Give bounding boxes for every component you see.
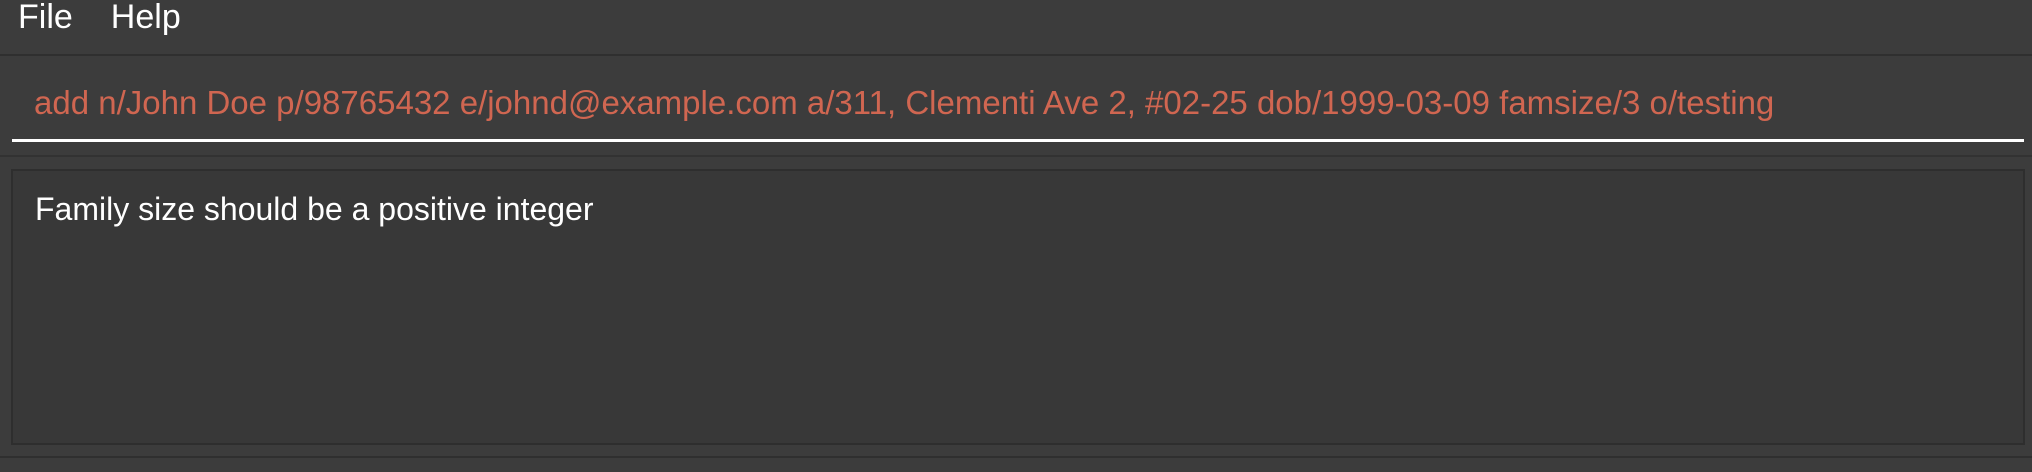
app-window: File Help Family size should be a positi…: [0, 0, 2032, 472]
menu-file[interactable]: File: [0, 0, 92, 34]
menu-help[interactable]: Help: [92, 0, 200, 34]
command-box: [12, 66, 2024, 142]
result-message: Family size should be a positive integer: [35, 191, 594, 227]
bottom-strip: [0, 456, 2032, 472]
command-input[interactable]: [12, 66, 2024, 139]
menu-bar: File Help: [0, 0, 2032, 56]
divider: [0, 155, 2032, 157]
result-display: Family size should be a positive integer: [11, 169, 2025, 445]
